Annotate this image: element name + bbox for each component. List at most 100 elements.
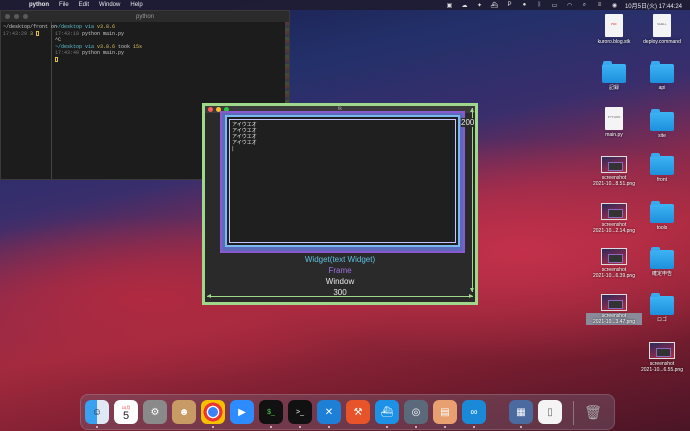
- desktop-icon-site[interactable]: site: [634, 109, 690, 139]
- desktop-icon-label: site: [658, 133, 666, 139]
- desktop-icon-tools[interactable]: tools: [634, 201, 690, 231]
- tk-frame: アイウエオ アイウエオ アイウエオ アイウエオ |: [220, 111, 465, 253]
- terminal-title: python: [135, 13, 154, 20]
- terminal-alt-icon[interactable]: >_: [288, 400, 312, 428]
- vscode-icon[interactable]: ✕: [317, 400, 341, 428]
- menu-app-name[interactable]: python: [29, 2, 49, 8]
- status-area: ▣ ☁ ✦ ⛴ P ● ᛒ ▭ ◠ ⌕ ≡ ◉ 10月5日(火) 17:44:2…: [445, 0, 690, 10]
- desktop-icon-label: 確定申告: [651, 271, 672, 277]
- zoom-icon[interactable]: ▶: [230, 400, 254, 424]
- terminal-icon[interactable]: $_: [259, 400, 283, 428]
- document-icon[interactable]: ▯: [538, 400, 562, 424]
- docker-icon[interactable]: ⛴: [375, 400, 399, 428]
- python-doc-icon: PYTHON: [605, 107, 623, 130]
- finder-icon[interactable]: ☺: [85, 400, 109, 428]
- quicktime-icon[interactable]: ◎: [404, 400, 428, 428]
- desktop-icon-logo[interactable]: ロゴ: [634, 293, 690, 323]
- desktop-icon-label: front: [656, 177, 667, 183]
- folder-icon: [602, 61, 626, 83]
- status-docker-icon[interactable]: ⛴: [490, 2, 499, 9]
- tk-window[interactable]: tk アイウエオ アイウエオ アイウエオ アイウエオ | 200 Widget(…: [202, 103, 478, 305]
- menu-edit[interactable]: Edit: [79, 2, 89, 8]
- status-record-icon[interactable]: ●: [520, 2, 529, 8]
- text-content[interactable]: アイウエオ アイウエオ アイウエオ アイウエオ |: [230, 120, 455, 154]
- photos-icon[interactable]: ▦: [509, 400, 533, 428]
- status-siri-icon[interactable]: ◉: [610, 2, 619, 9]
- menu-clock[interactable]: 10月5日(火) 17:44:24: [625, 1, 682, 10]
- terminal-pane-left[interactable]: ~/desktop/front on 17:43:29 3: [1, 22, 57, 179]
- r-time-1: 17:43:10: [55, 30, 80, 37]
- desktop-icon-label: screenshot 2021-10...6.55.png: [641, 361, 683, 373]
- status-bluetooth-icon[interactable]: ᛒ: [535, 2, 544, 8]
- calendar-day: 5: [122, 410, 130, 422]
- chrome-icon[interactable]: [201, 400, 225, 428]
- desktop-icon-label: tools: [656, 225, 668, 231]
- shell-doc-icon: SHELL: [653, 14, 671, 37]
- folder-icon: [650, 61, 674, 83]
- text-caret: |: [232, 146, 234, 152]
- terminal-titlebar[interactable]: python: [1, 11, 289, 22]
- screenshot-icon: [601, 203, 627, 220]
- folder-icon: [650, 293, 674, 315]
- status-search-icon[interactable]: ⌕: [580, 2, 589, 9]
- height-dimension-arrow: [470, 108, 474, 292]
- r-path-1: ~/desktop via: [55, 24, 98, 30]
- status-control-center-icon[interactable]: ≡: [595, 2, 604, 8]
- status-battery-icon[interactable]: ▭: [550, 2, 559, 9]
- tk-text-widget[interactable]: アイウエオ アイウエオ アイウエオ アイウエオ |: [225, 115, 460, 247]
- left-prompt: 3: [27, 30, 37, 37]
- desktop-icon-api[interactable]: api: [634, 61, 690, 91]
- width-dimension-arrow: [207, 294, 473, 298]
- status-p-icon[interactable]: P: [505, 2, 514, 8]
- desktop-icon-label: deploy.command: [643, 39, 681, 45]
- frame-label: Frame: [328, 266, 352, 275]
- desktop-icon-label: ロゴ: [656, 317, 667, 323]
- contacts-icon[interactable]: ☻: [172, 400, 196, 424]
- folder-icon: [650, 247, 674, 269]
- folder-icon: [650, 109, 674, 131]
- screenshot-icon: [649, 342, 675, 359]
- right-cursor: [55, 56, 58, 62]
- status-cloud-icon[interactable]: ☁: [460, 2, 469, 9]
- r-ver-2: v3.8.6: [97, 43, 116, 50]
- folder-icon: [650, 201, 674, 223]
- desktop-icon-label: api: [658, 85, 666, 91]
- status-wifi-icon[interactable]: ◠: [565, 2, 574, 9]
- desktop-icon-kakutei[interactable]: 確定申告: [634, 247, 690, 277]
- r-interrupt: ^C: [55, 37, 62, 43]
- desktop-icon-deploy[interactable]: SHELL deploy.command: [634, 14, 690, 45]
- menu-file[interactable]: File: [59, 2, 69, 8]
- r-duration: 15s: [133, 43, 143, 50]
- desktop-icon-front[interactable]: front: [634, 153, 690, 183]
- window-label: Window: [325, 277, 355, 286]
- calendar-icon[interactable]: 10月 5: [114, 400, 138, 424]
- screenshot-icon: [601, 294, 627, 311]
- r-took: took: [115, 43, 134, 50]
- text-widget-inner[interactable]: アイウエオ アイウエオ アイウエオ アイウエオ |: [229, 119, 456, 243]
- menu-window[interactable]: Window: [99, 2, 120, 8]
- status-meteor-icon[interactable]: ✦: [475, 2, 484, 9]
- r-path-2: ~/desktop via: [55, 43, 98, 50]
- pdf-doc-icon: PDF: [605, 14, 623, 37]
- menu-bar: python File Edit Window Help ▣ ☁ ✦ ⛴ P ●…: [0, 0, 690, 10]
- left-path: ~/desktop/front on: [3, 24, 58, 30]
- text-line-4: アイウエオ: [232, 140, 257, 146]
- trash-icon[interactable]: 🗑: [581, 400, 605, 424]
- screenshot-icon: [601, 248, 627, 265]
- dock-separator: [573, 401, 574, 425]
- preview-icon[interactable]: ▤: [433, 400, 457, 428]
- system-preferences-icon[interactable]: ⚙: [143, 400, 167, 424]
- height-label: 200: [461, 118, 475, 127]
- left-cursor: [36, 30, 40, 36]
- r-cmd-2: python main.py: [79, 50, 125, 56]
- screenshot-icon: [601, 156, 627, 173]
- r-ver-1: v3.8.6: [97, 24, 116, 30]
- menu-help[interactable]: Help: [130, 2, 142, 8]
- status-app-icon[interactable]: ▣: [445, 2, 454, 9]
- r-cmd-1: python main.py: [79, 30, 125, 37]
- left-time: 17:43:29: [3, 30, 28, 37]
- arduino-icon[interactable]: ∞: [462, 400, 486, 428]
- widget-label: Widget(text Widget): [304, 255, 376, 264]
- desktop-icon-screenshot-5[interactable]: screenshot 2021-10...6.55.png: [634, 342, 690, 373]
- instruments-icon[interactable]: ⚒: [346, 400, 370, 424]
